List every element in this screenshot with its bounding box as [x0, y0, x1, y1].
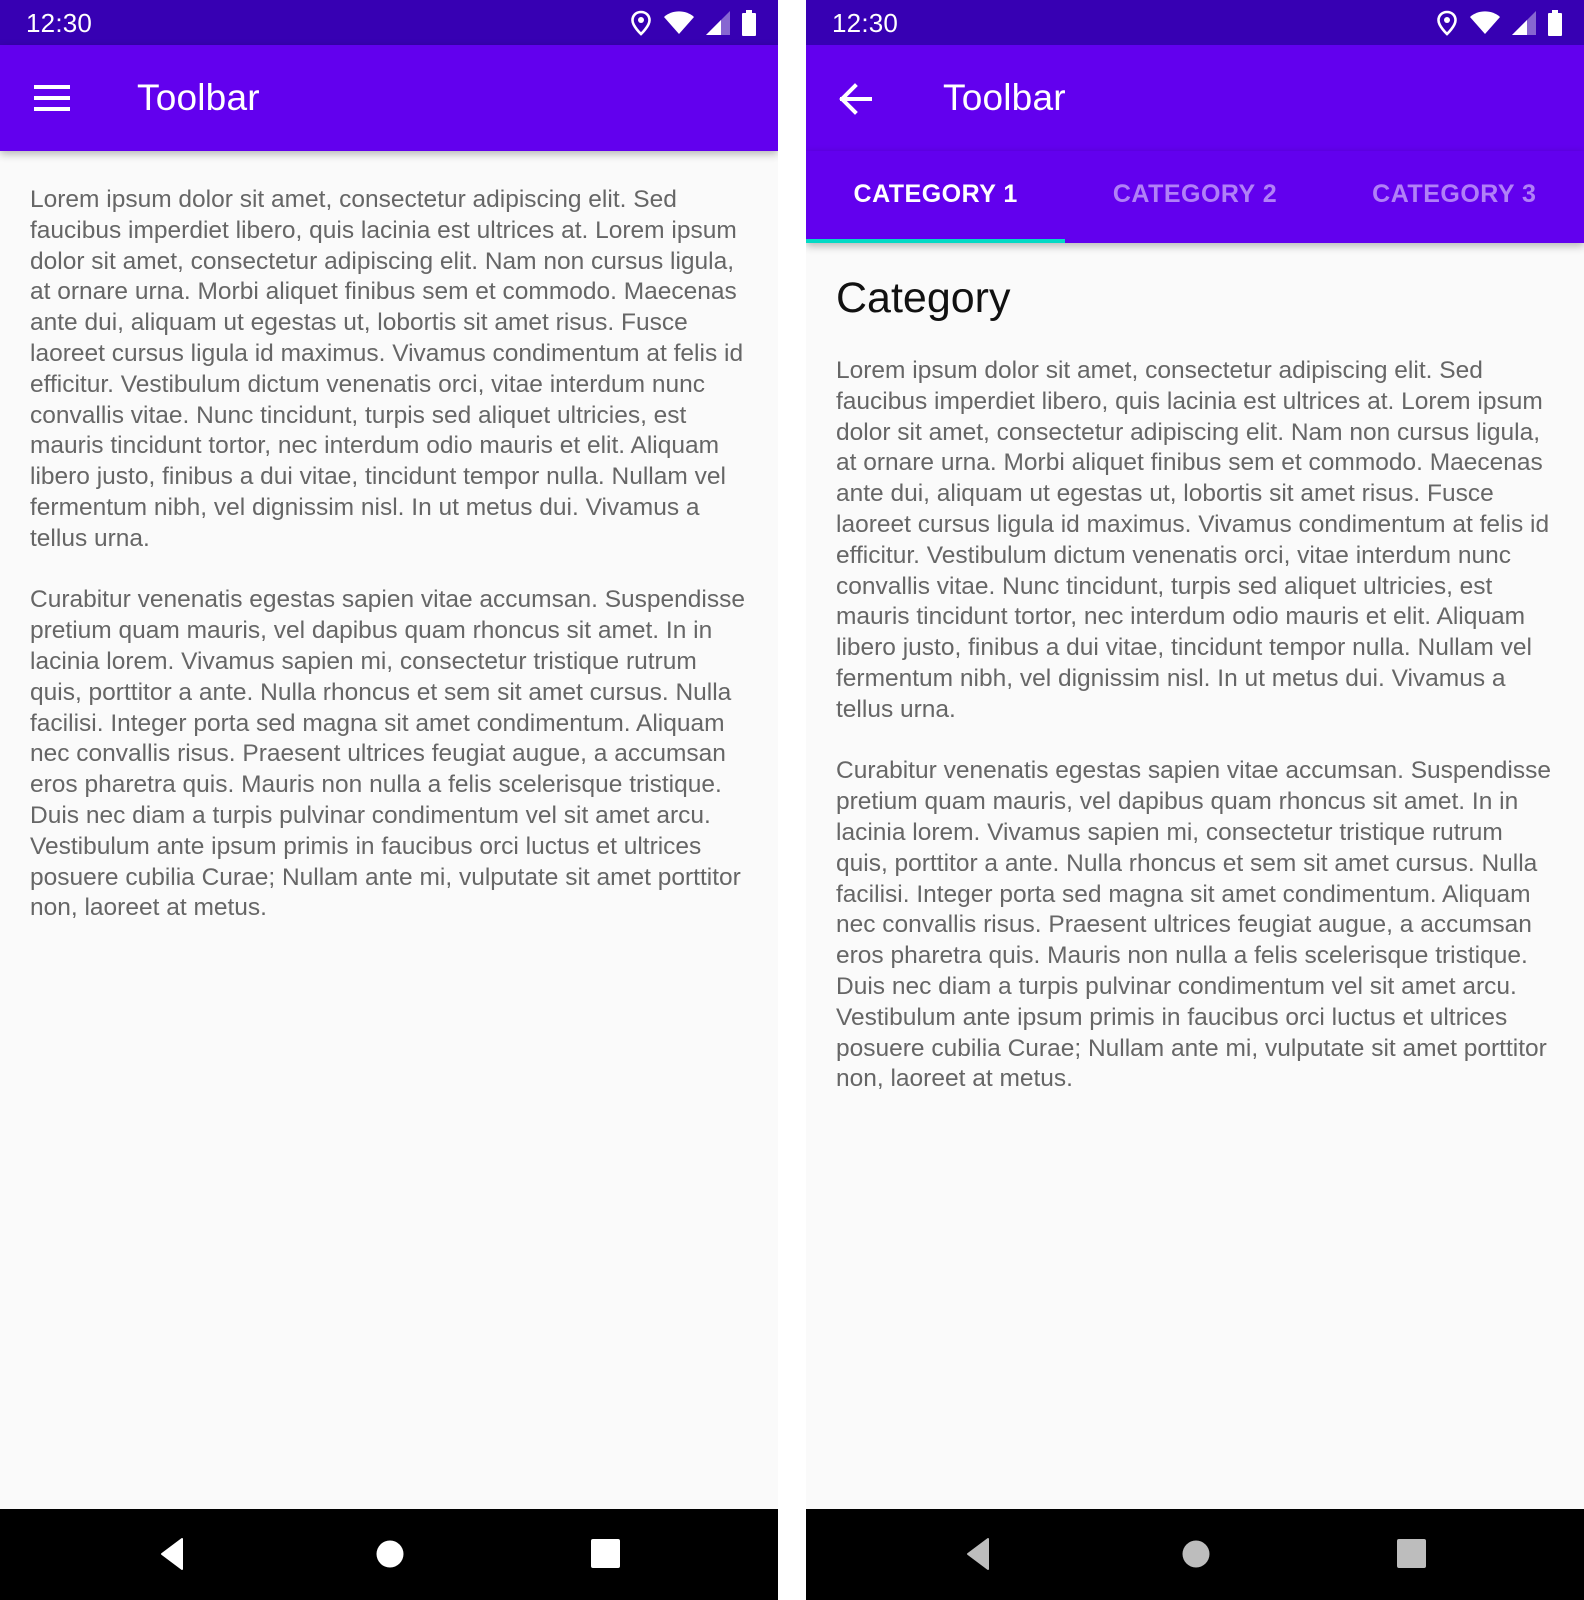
navigation-bar [0, 1509, 778, 1600]
status-time: 12:30 [26, 8, 93, 38]
navigation-bar [806, 1509, 1584, 1600]
battery-icon [1548, 10, 1562, 36]
content-scroll[interactable]: Lorem ipsum dolor sit amet, consectetur … [30, 185, 748, 955]
tab-indicator [806, 239, 1066, 243]
battery-icon [742, 10, 756, 36]
tab-label: CATEGORY 2 [1112, 179, 1278, 208]
cellular-signal-icon [706, 11, 730, 35]
toolbar: Toolbar [0, 45, 778, 151]
tab-category-1[interactable]: CATEGORY 1 [806, 151, 1066, 243]
arrow-back-icon[interactable] [834, 79, 882, 119]
tab-label: CATEGORY 1 [853, 179, 1018, 208]
tab-label: CATEGORY 3 [1372, 179, 1537, 208]
body-paragraph: Lorem ipsum dolor sit amet, consectetur … [836, 357, 1550, 723]
back-icon[interactable] [154, 1536, 190, 1572]
body-paragraph: Curabitur venenatis egestas sapien vitae… [836, 757, 1551, 1093]
toolbar-title: Toolbar [137, 77, 260, 118]
status-bar: 12:30 [806, 0, 1584, 45]
home-icon[interactable] [1178, 1536, 1214, 1572]
menu-icon[interactable] [28, 79, 76, 119]
wifi-icon [1470, 11, 1500, 35]
body-paragraph: Curabitur venenatis egestas sapien vitae… [30, 586, 745, 922]
tab-category-2[interactable]: CATEGORY 2 [1065, 151, 1324, 243]
body-paragraph: Lorem ipsum dolor sit amet, consectetur … [30, 186, 744, 552]
tab-category-3[interactable]: CATEGORY 3 [1325, 151, 1584, 243]
content-scroll[interactable]: Category Lorem ipsum dolor sit amet, con… [836, 270, 1554, 1126]
status-bar: 12:30 [0, 0, 778, 45]
back-icon[interactable] [960, 1536, 996, 1572]
location-icon [630, 10, 652, 36]
phone-screen-toolbar: 12:30 Toolbar Lorem ipsum dolor sit amet… [0, 0, 778, 1600]
recents-icon[interactable] [1394, 1536, 1430, 1572]
category-heading: Category [836, 274, 1011, 322]
location-icon [1436, 10, 1458, 36]
wifi-icon [664, 11, 694, 35]
home-icon[interactable] [372, 1536, 408, 1572]
phone-screen-toolbar-tabs: 12:30 Toolbar CATEGORY 1 CATEGORY 2 CATE… [806, 0, 1584, 1600]
toolbar-title: Toolbar [943, 77, 1066, 118]
status-icons [1436, 9, 1562, 37]
cellular-signal-icon [1512, 11, 1536, 35]
tab-bar: CATEGORY 1 CATEGORY 2 CATEGORY 3 [806, 151, 1584, 243]
status-time: 12:30 [832, 8, 899, 38]
recents-icon[interactable] [588, 1536, 624, 1572]
status-icons [630, 9, 756, 37]
toolbar: Toolbar [806, 45, 1584, 151]
